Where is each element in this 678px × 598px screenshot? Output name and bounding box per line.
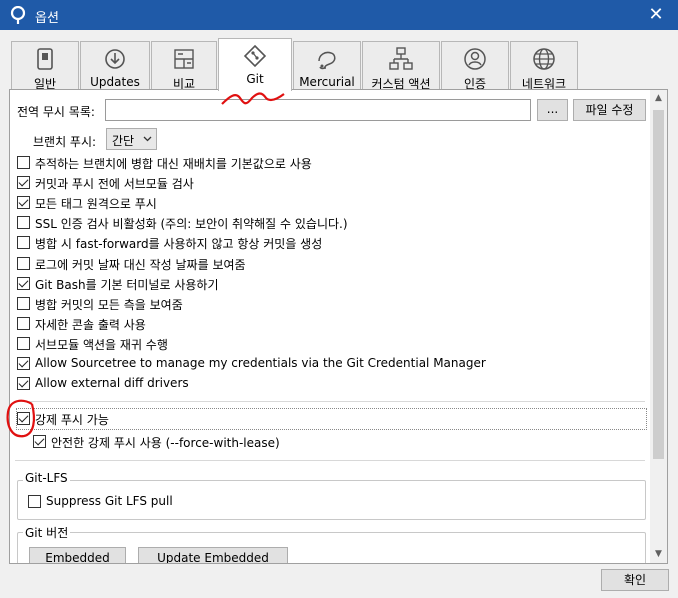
git-option-checkbox[interactable]: 커밋과 푸시 전에 서브모듈 검사	[17, 173, 637, 193]
switch-icon	[37, 48, 53, 70]
checkbox-label: 병합 시 fast-forward를 사용하지 않고 항상 커밋을 생성	[35, 237, 323, 252]
checkbox	[17, 236, 30, 250]
checkbox-label: SSL 인증 검사 비활성화 (주의: 보안이 취약해질 수 있습니다.)	[35, 217, 348, 232]
git-option-checkbox[interactable]: 병합 커밋의 모든 측을 보여줌	[17, 294, 637, 314]
checkbox	[17, 296, 30, 310]
close-icon: ✕	[648, 4, 664, 25]
git-option-checkbox[interactable]: 추적하는 브랜치에 병합 대신 재배치를 기본값으로 사용	[17, 153, 637, 173]
global-ignore-input[interactable]	[105, 99, 531, 121]
tab-general[interactable]: 일반	[11, 41, 79, 91]
global-ignore-label: 전역 무시 목록:	[17, 105, 95, 119]
close-button[interactable]: ✕	[644, 4, 668, 26]
account-icon	[464, 48, 486, 70]
git-option-checkbox[interactable]: Git Bash를 기본 터미널로 사용하기	[17, 274, 637, 294]
checkbox	[17, 357, 30, 370]
safe-force-push-checkbox[interactable]: 안전한 강제 푸시 사용 (--force-with-lease)	[33, 432, 433, 452]
git-option-checkbox[interactable]: Allow external diff drivers	[17, 374, 637, 394]
embedded-button[interactable]: Embedded	[29, 547, 126, 563]
checkbox-label: 병합 커밋의 모든 측을 보여줌	[35, 297, 183, 312]
update-embedded-button[interactable]: Update Embedded	[138, 547, 288, 563]
checkbox-label: Allow external diff drivers	[35, 376, 189, 391]
scroll-up-icon[interactable]: ▲	[650, 90, 667, 107]
download-icon	[105, 49, 125, 69]
checkbox-label: Git Bash를 기본 터미널로 사용하기	[35, 277, 219, 292]
tab-mercurial[interactable]: Mercurial	[293, 41, 361, 89]
separator	[15, 401, 645, 402]
checkbox	[17, 176, 30, 190]
checkbox	[33, 435, 46, 448]
force-push-checkbox[interactable]: 강제 푸시 가능	[16, 408, 647, 430]
checkbox-label: 추적하는 브랜치에 병합 대신 재배치를 기본값으로 사용	[35, 157, 312, 171]
window-title: 옵션	[35, 11, 59, 26]
mercurial-icon	[318, 51, 336, 70]
tab-label: Git	[246, 72, 264, 86]
scroll-down-icon[interactable]: ▼	[650, 546, 667, 563]
checkbox	[17, 216, 30, 230]
git-option-checkbox[interactable]: 서브모듈 액션을 재귀 수행	[17, 334, 637, 354]
git-option-checkbox[interactable]: 모든 태그 원격으로 푸시	[17, 193, 637, 213]
checkbox	[17, 336, 30, 350]
suppress-lfs-pull-checkbox[interactable]: Suppress Git LFS pull	[28, 492, 328, 512]
checkbox-label: Suppress Git LFS pull	[46, 494, 173, 508]
branch-push-select[interactable]: 간단	[106, 128, 157, 150]
checkbox-label: 서브모듈 액션을 재귀 수행	[35, 337, 168, 352]
git-option-checkbox[interactable]: SSL 인증 검사 비활성화 (주의: 보안이 취약해질 수 있습니다.)	[17, 213, 637, 233]
checkbox	[17, 256, 30, 270]
scrollbar-thumb[interactable]	[653, 110, 664, 459]
tab-label: Mercurial	[299, 75, 355, 89]
tab-custom-actions[interactable]: 커스텀 액션	[362, 41, 440, 91]
git-option-checkbox[interactable]: 로그에 커밋 날짜 대신 작성 날짜를 보여줌	[17, 254, 637, 274]
checkbox	[17, 412, 30, 425]
chevron-down-icon	[143, 136, 152, 142]
checkbox-label: 강제 푸시 가능	[35, 413, 109, 427]
edit-file-button[interactable]: 파일 수정	[573, 99, 646, 121]
compare-icon	[174, 49, 194, 69]
checkbox-label: Allow Sourcetree to manage my credential…	[35, 356, 486, 370]
checkbox	[17, 196, 30, 210]
tab-updates[interactable]: Updates	[80, 41, 150, 89]
checkbox	[17, 316, 30, 330]
git-option-checkbox[interactable]: 자세한 콘솔 출력 사용	[17, 314, 637, 334]
tab-git[interactable]: Git	[218, 38, 292, 91]
separator	[15, 460, 645, 461]
tab-authentication[interactable]: 인증	[441, 41, 509, 91]
checkbox-label: 안전한 강제 푸시 사용 (--force-with-lease)	[51, 436, 280, 450]
checkbox	[28, 495, 41, 508]
git-lfs-group-title: Git-LFS	[23, 471, 70, 485]
git-option-checkbox[interactable]: 병합 시 fast-forward를 사용하지 않고 항상 커밋을 생성	[17, 233, 637, 253]
sourcetree-logo-icon	[10, 6, 26, 24]
tab-compare[interactable]: 비교	[151, 41, 217, 91]
globe-icon	[533, 48, 555, 70]
git-icon	[243, 44, 267, 68]
tab-network[interactable]: 네트워크	[510, 41, 578, 91]
checkbox	[17, 276, 30, 290]
tab-label: Updates	[90, 75, 140, 89]
checkbox-label: 로그에 커밋 날짜 대신 작성 날짜를 보여줌	[35, 257, 246, 272]
custom-actions-icon	[389, 47, 413, 70]
ok-button[interactable]: 확인	[601, 569, 669, 591]
checkbox	[17, 156, 30, 169]
title-bar: 옵션 ✕	[0, 0, 678, 30]
vertical-scrollbar[interactable]: ▲ ▼	[650, 90, 667, 563]
checkbox-label: 모든 태그 원격으로 푸시	[35, 197, 157, 212]
git-settings-panel: 전역 무시 목록: ... 파일 수정 브랜치 푸시: 간단 추적하는 브랜치에…	[9, 89, 668, 564]
browse-button[interactable]: ...	[537, 99, 568, 121]
branch-push-label: 브랜치 푸시:	[33, 135, 97, 149]
checkbox	[17, 377, 30, 391]
git-version-group-title: Git 버전	[23, 524, 71, 541]
tab-strip: 일반 Updates 비교 Git Mercurial 커스텀 액션 인증 네트…	[10, 38, 670, 91]
checkbox-label: 자세한 콘솔 출력 사용	[35, 317, 146, 332]
branch-push-value: 간단	[112, 134, 135, 148]
checkbox-label: 커밋과 푸시 전에 서브모듈 검사	[35, 177, 194, 192]
git-option-checkbox[interactable]: Allow Sourcetree to manage my credential…	[17, 354, 637, 374]
